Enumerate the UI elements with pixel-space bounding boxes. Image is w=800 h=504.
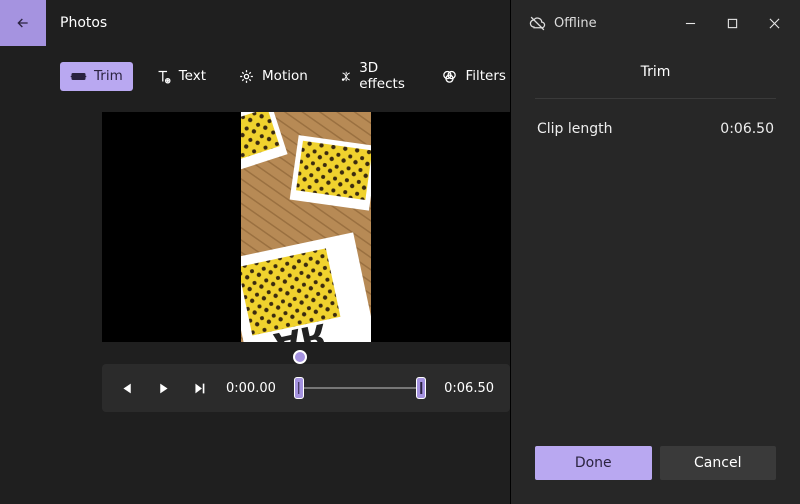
tool-filters-label: Filters: [465, 68, 505, 84]
clip-length-row: Clip length 0:06.50: [535, 99, 776, 159]
maximize-icon: [727, 18, 738, 29]
prev-frame-button[interactable]: [112, 364, 142, 412]
tool-motion-label: Motion: [262, 68, 308, 84]
app-title: Photos: [46, 0, 510, 46]
text-icon: [155, 68, 172, 85]
window-controls: Offline: [511, 0, 800, 46]
editor-toolbar: Trim Text Motion 3D effects Filters: [46, 46, 510, 112]
back-button[interactable]: [0, 0, 46, 46]
trim-handle-start[interactable]: [294, 377, 304, 399]
video-preview[interactable]: AR: [102, 112, 510, 342]
tool-filters[interactable]: Filters: [431, 62, 515, 91]
clip-length-label: Clip length: [537, 121, 613, 137]
video-thumbnail: AR: [241, 112, 371, 342]
arrow-left-icon: [15, 15, 31, 31]
track-line: [300, 387, 420, 389]
tool-text-label: Text: [179, 68, 206, 84]
offline-label: Offline: [554, 16, 597, 31]
panel-title: Trim: [535, 64, 776, 99]
tool-trim[interactable]: Trim: [60, 62, 133, 91]
done-button[interactable]: Done: [535, 446, 652, 480]
offline-indicator[interactable]: Offline: [529, 15, 668, 32]
minimize-icon: [685, 18, 696, 29]
playhead[interactable]: [293, 350, 307, 364]
motion-icon: [238, 68, 255, 85]
tool-motion[interactable]: Motion: [228, 62, 318, 91]
close-icon: [769, 18, 780, 29]
side-panel: Offline Trim Clip length 0:06.50 Done Ca…: [510, 0, 800, 504]
play-button[interactable]: [148, 364, 178, 412]
playback-controls: 0:00.00 0:06.50: [102, 364, 510, 412]
maximize-button[interactable]: [712, 5, 752, 41]
effects-3d-icon: [340, 68, 352, 85]
cloud-offline-icon: [529, 15, 546, 32]
current-time: 0:00.00: [220, 381, 282, 396]
filters-icon: [441, 68, 458, 85]
cancel-button[interactable]: Cancel: [660, 446, 777, 480]
tool-trim-label: Trim: [94, 68, 123, 84]
tool-effects-label: 3D effects: [359, 60, 409, 92]
trim-handle-end[interactable]: [416, 377, 426, 399]
trim-icon: [70, 68, 87, 85]
tool-text[interactable]: Text: [145, 62, 216, 91]
clip-length-value: 0:06.50: [720, 121, 774, 137]
close-button[interactable]: [754, 5, 794, 41]
tool-3d-effects[interactable]: 3D effects: [330, 54, 420, 98]
trim-track[interactable]: [294, 364, 426, 412]
play-icon: [157, 382, 170, 395]
main-area: Photos Trim Text Motion 3D effects: [46, 0, 510, 504]
step-forward-icon: [193, 382, 206, 395]
minimize-button[interactable]: [670, 5, 710, 41]
end-time: 0:06.50: [438, 381, 500, 396]
next-frame-button[interactable]: [184, 364, 214, 412]
step-back-icon: [121, 382, 134, 395]
